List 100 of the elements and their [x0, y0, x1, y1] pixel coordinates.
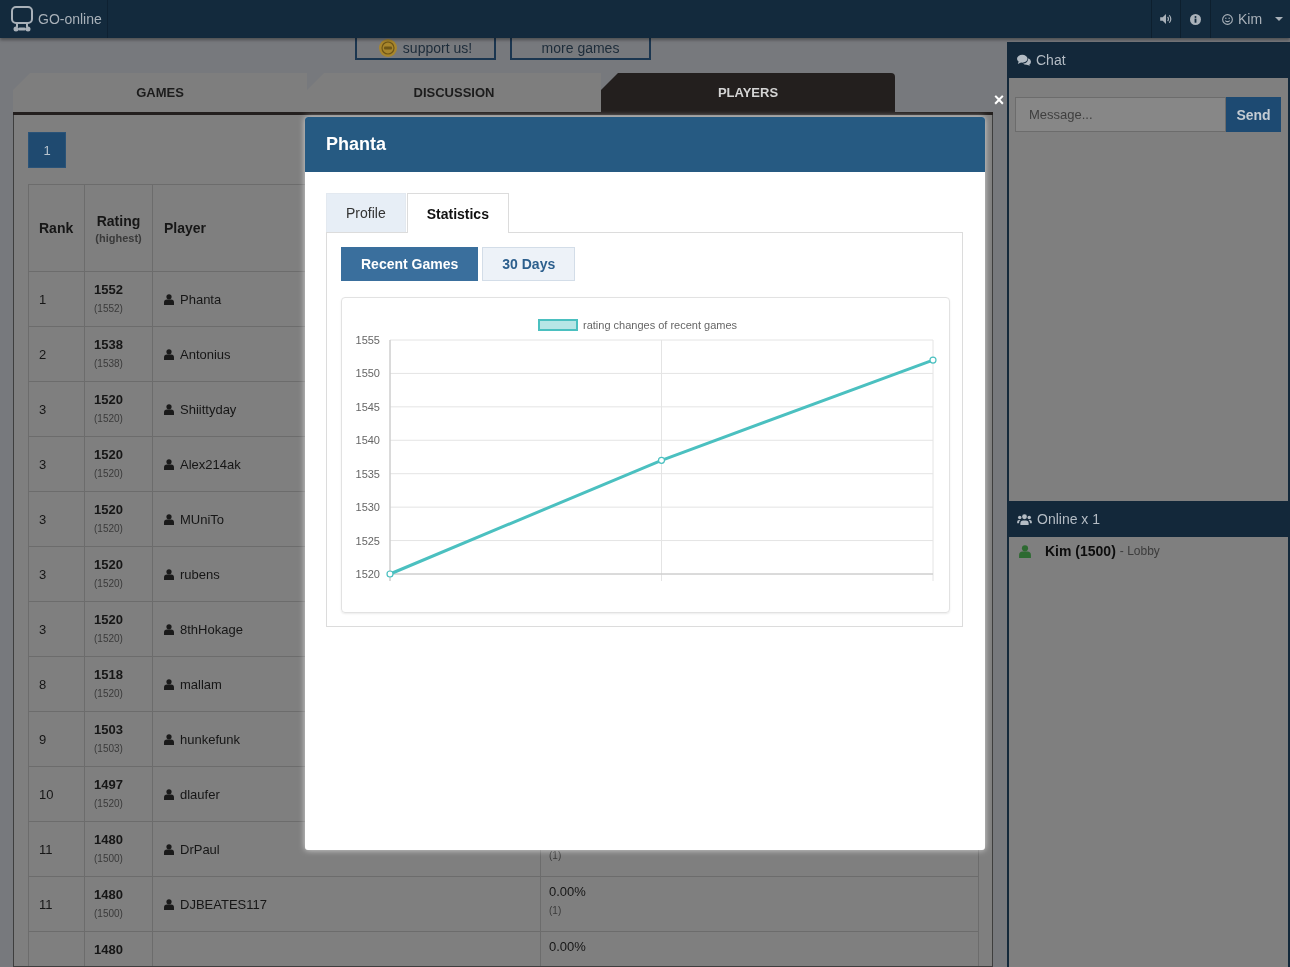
rating-value: 1520 — [94, 502, 123, 518]
games-count: (1) — [549, 849, 562, 863]
person-icon — [164, 678, 174, 690]
data-point — [386, 570, 394, 578]
rating-value: 1520 — [94, 612, 123, 628]
rating-value: 1520 — [94, 557, 123, 573]
page-tab[interactable]: PLAYERS — [601, 73, 895, 112]
column-header: Player — [164, 220, 207, 236]
volume-icon — [1160, 14, 1172, 24]
logo-text[interactable]: GO-online — [38, 11, 102, 27]
highest-rating: (1538) — [94, 357, 123, 371]
dialog-title: Phanta — [326, 134, 386, 155]
rank-text: 2 — [39, 346, 47, 362]
logo-icon — [10, 6, 34, 32]
highest-rating: (1520) — [94, 687, 123, 701]
player-name[interactable]: 8thHokage — [180, 621, 243, 637]
rating-value: 1480 — [94, 832, 123, 848]
rating-value: 1480 — [94, 942, 123, 958]
person-icon — [164, 788, 174, 800]
support-button[interactable]: support us! — [355, 38, 496, 60]
person-icon — [164, 568, 174, 580]
y-tick-label: 1540 — [355, 434, 380, 447]
rank-text: 3 — [39, 511, 47, 527]
highest-rating: (1500) — [94, 907, 123, 921]
more-games-button[interactable]: more games — [510, 38, 651, 60]
player-name[interactable]: MUniTo — [180, 511, 225, 527]
player-name[interactable]: Antonius — [180, 346, 231, 362]
y-tick-label: 1555 — [355, 334, 380, 346]
rank-text: 11 — [39, 841, 53, 857]
rank-text: 8 — [39, 676, 47, 692]
info-icon — [1190, 13, 1201, 25]
page-tab[interactable]: DISCUSSION — [307, 73, 601, 112]
person-icon — [164, 733, 174, 745]
person-icon — [164, 898, 174, 910]
player-name[interactable]: DJBEATES117 — [180, 896, 267, 912]
column-subheader: (highest) — [95, 231, 142, 244]
page-number-button[interactable]: 1 — [28, 132, 66, 168]
player-name[interactable]: dlaufer — [180, 786, 220, 802]
player-name[interactable]: hunkefunk — [180, 731, 240, 747]
player-name[interactable]: DrPaul — [180, 841, 220, 857]
column-header: Rank — [39, 220, 74, 236]
person-icon — [164, 513, 174, 525]
y-tick-label: 1525 — [355, 534, 380, 547]
win-rate: 0.00% — [549, 939, 586, 955]
player-name[interactable]: Shiittyday — [180, 401, 237, 417]
view-toggle-button[interactable]: Recent Games — [341, 247, 479, 281]
highest-rating: (1552) — [94, 302, 123, 316]
legend-swatch-icon — [538, 319, 578, 331]
data-point — [929, 356, 937, 364]
close-button[interactable]: × — [991, 91, 1007, 109]
chat-title: Chat — [1036, 52, 1066, 68]
chat-icon — [1017, 54, 1031, 66]
person-icon — [164, 458, 174, 470]
coin-icon — [378, 39, 397, 57]
rating-value: 1503 — [94, 722, 123, 738]
rating-value: 1538 — [94, 337, 123, 353]
data-point — [657, 456, 666, 464]
person-icon — [164, 403, 174, 415]
person-icon — [164, 623, 174, 635]
message-field[interactable]: Message... — [1015, 97, 1226, 132]
win-rate: 0.00% — [549, 884, 586, 900]
y-tick-label: 1535 — [355, 467, 380, 480]
highest-rating: (1503) — [94, 742, 123, 756]
rank-text: 3 — [39, 456, 47, 472]
dialog-tab[interactable]: Statistics — [406, 193, 509, 233]
highest-rating: (1520) — [94, 577, 123, 591]
column-header: Rating — [96, 212, 141, 229]
online-title: Online x 1 — [1037, 511, 1101, 527]
highest-rating: (1520) — [94, 632, 123, 646]
player-name[interactable]: Phanta — [180, 291, 222, 307]
rank-text: 3 — [39, 401, 47, 417]
y-tick-label: 1545 — [355, 400, 380, 413]
highest-rating: (1500) — [94, 852, 123, 866]
rating-value: 1480 — [94, 887, 123, 903]
y-tick-label: 1550 — [355, 367, 380, 380]
legend-label: rating changes of recent games — [583, 319, 738, 331]
highest-rating: (1520) — [94, 412, 123, 426]
view-toggle-button[interactable]: 30 Days — [482, 247, 576, 281]
person-icon — [164, 348, 174, 360]
page-tab[interactable]: GAMES — [13, 73, 307, 112]
send-button[interactable]: Send — [1226, 97, 1281, 132]
rating-value: 1520 — [94, 447, 123, 463]
user-name[interactable]: Kim (1500) — [1045, 543, 1116, 559]
player-name[interactable]: mallam — [180, 676, 222, 692]
caret-icon — [1275, 17, 1284, 21]
player-name[interactable]: rubens — [180, 566, 220, 582]
person-icon — [164, 843, 174, 855]
smiley-icon — [1222, 13, 1233, 25]
user-location: - Lobby — [1119, 544, 1160, 558]
rank-text: 1 — [39, 291, 47, 307]
y-tick-label: 1520 — [355, 568, 380, 580]
highest-rating: (1520) — [94, 522, 123, 536]
dialog-tab[interactable]: Profile — [326, 193, 406, 232]
player-name[interactable]: Alex214ak — [180, 456, 241, 472]
games-count: (1) — [549, 904, 562, 918]
person-icon — [164, 293, 174, 305]
rank-text: 11 — [39, 896, 53, 912]
rating-value: 1518 — [94, 667, 123, 683]
user-menu[interactable]: Kim — [1210, 0, 1290, 38]
rank-text: 9 — [39, 731, 47, 747]
